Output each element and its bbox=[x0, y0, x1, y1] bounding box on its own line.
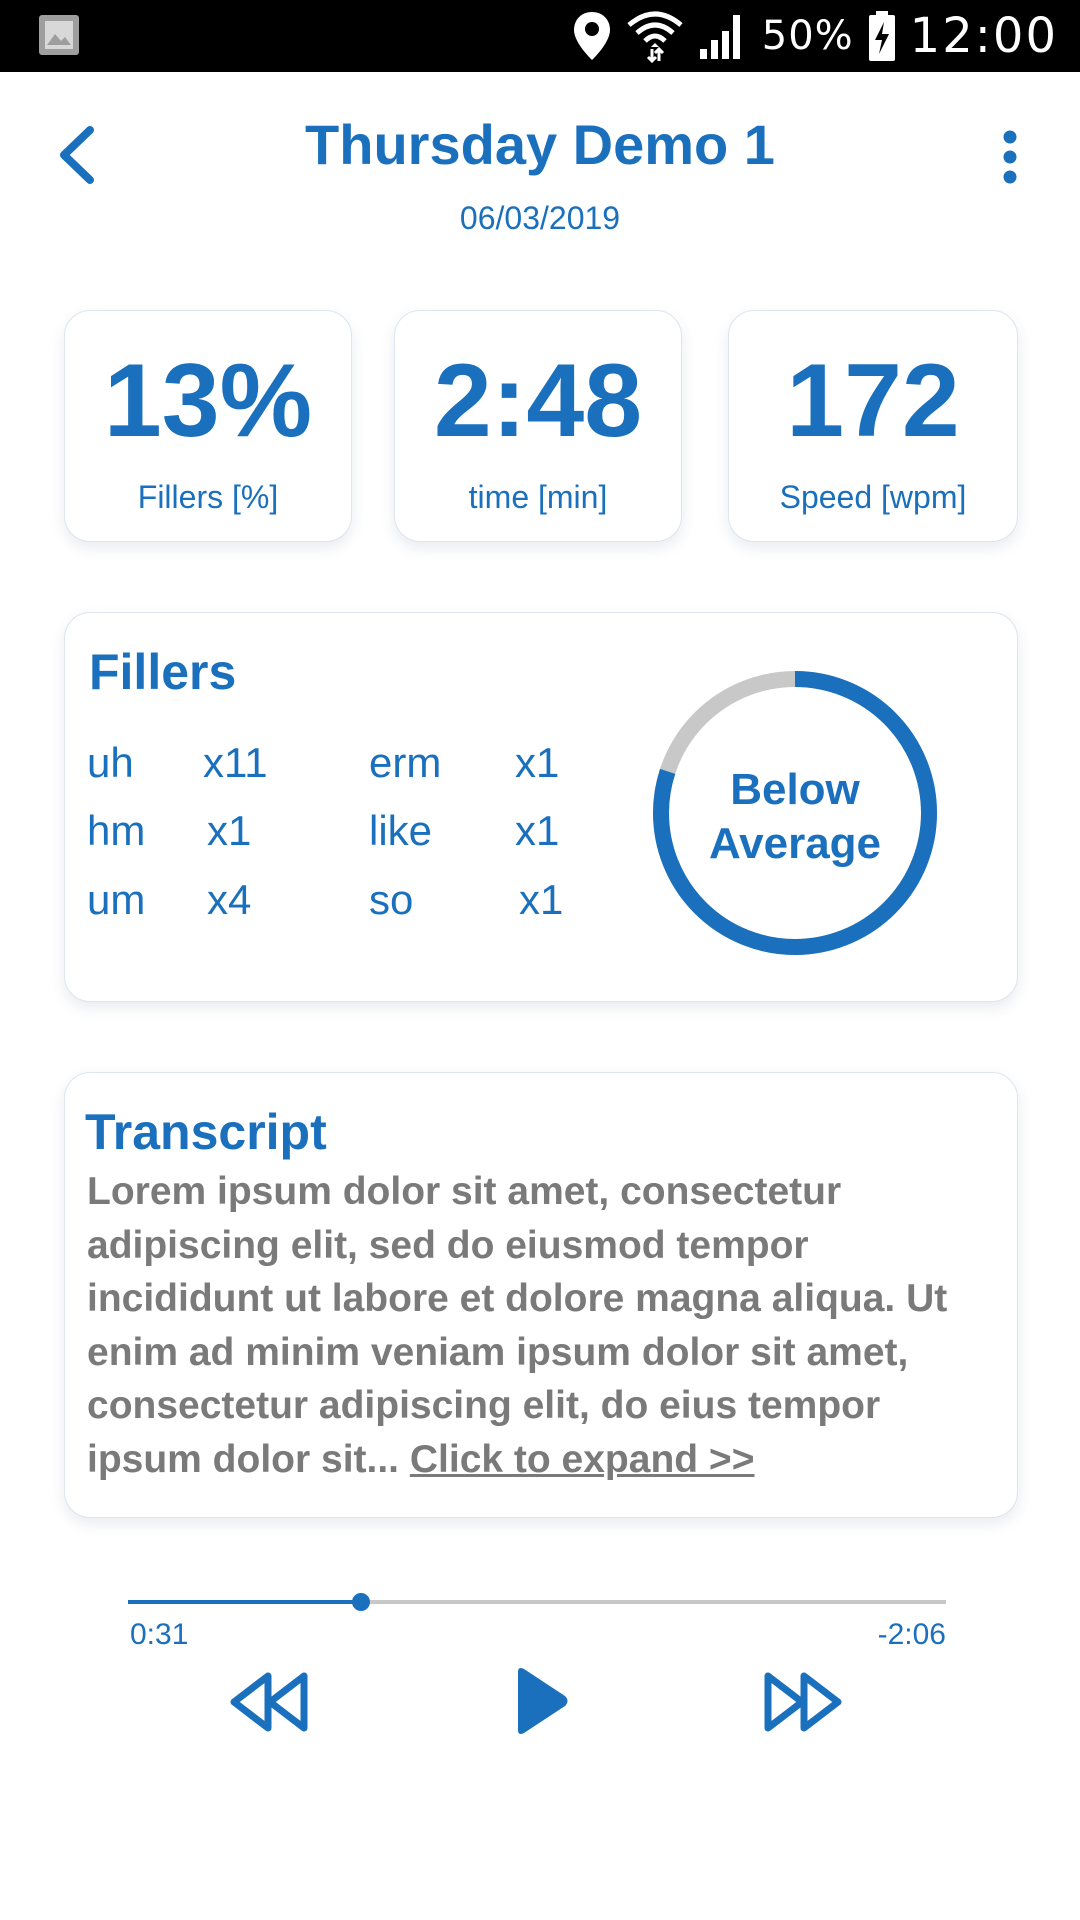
filler-word: um bbox=[87, 876, 146, 923]
battery-charging-icon bbox=[868, 11, 895, 61]
location-icon bbox=[573, 12, 610, 60]
signal-icon bbox=[699, 15, 740, 59]
stat-label: Fillers [%] bbox=[137, 479, 279, 515]
filler-count: x1 bbox=[207, 807, 252, 854]
clock: 12:00 bbox=[909, 8, 1058, 64]
playback-progress-bar[interactable] bbox=[128, 1593, 946, 1611]
speed-card: 172 Speed [wpm] bbox=[728, 310, 1018, 542]
fillers-title: Fillers bbox=[89, 644, 237, 700]
filler-word: erm bbox=[369, 739, 442, 786]
fillers-card: Fillers uh x11 hm x1 um x4 erm x1 like x… bbox=[64, 612, 1018, 1002]
wifi-icon bbox=[627, 11, 683, 63]
gallery-icon bbox=[39, 15, 79, 55]
rating-line2: Average bbox=[708, 819, 882, 868]
more-options-icon[interactable] bbox=[995, 128, 1025, 188]
filler-rating-label: Below Average bbox=[645, 763, 945, 871]
duration-card: 2:48 time [min] bbox=[394, 310, 682, 542]
stat-value: 172 bbox=[786, 343, 960, 459]
page-title: Thursday Demo 1 bbox=[305, 113, 775, 176]
filler-count: x4 bbox=[207, 876, 252, 923]
filler-word: uh bbox=[87, 739, 134, 786]
rating-line1: Below bbox=[730, 765, 860, 814]
filler-word: so bbox=[369, 876, 414, 923]
battery-percent: 50% bbox=[761, 13, 854, 59]
status-bar: 50% 12:00 bbox=[0, 0, 1080, 72]
filler-word: like bbox=[369, 807, 433, 854]
fast-forward-icon[interactable] bbox=[762, 1672, 844, 1732]
filler-count: x1 bbox=[515, 807, 560, 854]
stat-label: Speed [wpm] bbox=[779, 479, 967, 515]
filler-word: hm bbox=[87, 807, 146, 854]
play-icon[interactable] bbox=[512, 1666, 570, 1736]
transcript-preview: Lorem ipsum dolor sit amet, consectetur … bbox=[87, 1170, 948, 1481]
session-date: 06/03/2019 bbox=[459, 200, 621, 236]
stat-label: time [min] bbox=[468, 479, 608, 515]
stat-value: 2:48 bbox=[433, 343, 643, 459]
progress-fill bbox=[128, 1600, 362, 1604]
remaining-time: -2:06 bbox=[877, 1618, 946, 1651]
stat-value: 13% bbox=[103, 343, 313, 459]
elapsed-time: 0:31 bbox=[130, 1618, 189, 1651]
filler-count: x1 bbox=[519, 876, 564, 923]
expand-link[interactable]: Click to expand >> bbox=[410, 1438, 755, 1481]
transcript-text: Lorem ipsum dolor sit amet, consectetur … bbox=[87, 1165, 997, 1486]
rewind-icon[interactable] bbox=[228, 1672, 310, 1732]
progress-knob[interactable] bbox=[352, 1593, 371, 1611]
fillers-percent-card: 13% Fillers [%] bbox=[64, 310, 352, 542]
filler-count: x11 bbox=[203, 739, 268, 786]
filler-count: x1 bbox=[515, 739, 560, 786]
transcript-card: Transcript Lorem ipsum dolor sit amet, c… bbox=[64, 1072, 1018, 1518]
transcript-title: Transcript bbox=[85, 1104, 327, 1160]
